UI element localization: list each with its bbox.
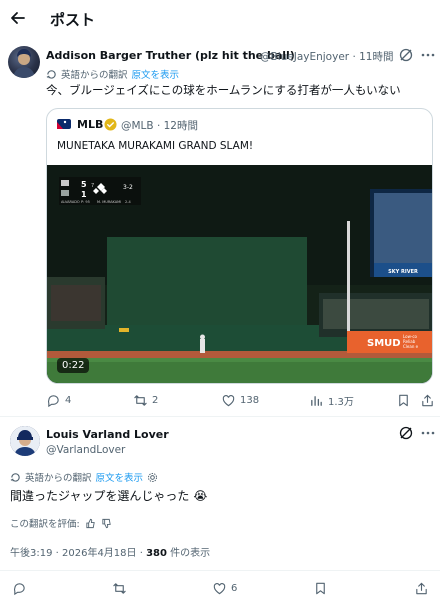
post-text-row: 間違ったジャップを選んじゃった 😭: [10, 487, 207, 504]
quoted-meta[interactable]: @MLB · 12時間: [121, 118, 198, 133]
share-icon: [422, 394, 433, 407]
back-arrow-icon[interactable]: [8, 8, 28, 28]
away-runs: 5: [81, 180, 87, 189]
author-handle[interactable]: @BlueJayEnjoyer: [260, 51, 349, 63]
post-actions: 6: [0, 581, 440, 599]
share-icon: [416, 582, 427, 595]
translation-row: 英語からの翻訳 原文を表示: [46, 67, 179, 81]
bookmark-button[interactable]: [313, 581, 328, 596]
reply-count: 4: [65, 395, 72, 406]
view-count: 1.3万: [328, 397, 354, 408]
like-button[interactable]: 6: [212, 581, 237, 596]
share-button[interactable]: [414, 581, 429, 596]
show-original-link[interactable]: 原文を表示: [96, 470, 144, 484]
bookmark-icon: [399, 394, 408, 407]
post-actions: 4 2 138 1.3万: [46, 393, 436, 411]
author-name[interactable]: Addison Barger Truther (plz hit the ball…: [46, 49, 295, 62]
reply-icon: [47, 395, 59, 408]
wall-sign: SMUD: [367, 338, 401, 349]
grok-icon[interactable]: [398, 425, 414, 441]
avatar[interactable]: [8, 46, 40, 78]
pitch-count: P: 95: [81, 200, 90, 204]
gear-icon[interactable]: [147, 472, 158, 483]
bookmark-icon: [316, 582, 325, 595]
reply-icon: [13, 583, 25, 596]
crying-emoji: 😭: [193, 488, 208, 503]
verified-badge-icon: [104, 118, 117, 131]
rate-label: この翻訳を評価:: [10, 519, 80, 530]
views-icon: [311, 396, 322, 406]
batter-label: M. MURAKAMI: [97, 200, 121, 204]
thumbs-up-icon[interactable]: [85, 518, 96, 529]
translation-row: 英語からの翻訳 原文を表示: [10, 470, 158, 484]
author-handle[interactable]: @VarlandLover: [46, 444, 125, 456]
grok-icon[interactable]: [398, 47, 414, 63]
thumbs-down-icon[interactable]: [101, 518, 112, 529]
repost-icon: [113, 583, 126, 594]
views-suffix: 件の表示: [166, 548, 211, 559]
pitcher-label: ALVARADO: [61, 200, 80, 204]
share-button[interactable]: [420, 393, 435, 408]
video-frame: SKY RIVER SMUD Low-co Reliab Clean e 5 1…: [47, 165, 432, 383]
translate-icon: [10, 472, 21, 483]
repost-icon: [134, 395, 147, 406]
rate-translation-row: この翻訳を評価:: [10, 516, 112, 530]
avatar[interactable]: [10, 426, 40, 456]
video-player[interactable]: SKY RIVER SMUD Low-co Reliab Clean e 5 1…: [47, 165, 432, 383]
repost-button[interactable]: 2: [133, 393, 158, 408]
author-name[interactable]: Louis Varland Lover: [46, 428, 169, 441]
divider: [0, 416, 440, 417]
more-icon[interactable]: [420, 47, 436, 63]
count: 3-2: [123, 184, 133, 191]
translation-label: 英語からの翻訳: [61, 70, 128, 81]
like-button[interactable]: 138: [221, 393, 259, 408]
divider: [0, 570, 440, 571]
quoted-text: MUNETAKA MURAKAMI GRAND SLAM!: [57, 140, 254, 152]
like-count: 6: [231, 583, 238, 594]
repost-count: 2: [152, 395, 159, 406]
bookmark-button[interactable]: [396, 393, 411, 408]
author-handle-time[interactable]: @BlueJayEnjoyer · 11時間: [260, 49, 394, 64]
repost-button[interactable]: [112, 581, 127, 596]
post-text: 今、ブルージェイズにこの球をホームランにする打者が一人もいない: [46, 83, 401, 97]
video-duration: 0:22: [57, 358, 90, 373]
post-timestamp[interactable]: 午後3:19 · 2026年4月18日 ·: [10, 548, 146, 559]
quoted-author-name[interactable]: MLB: [77, 118, 103, 131]
reply-button[interactable]: 4: [46, 393, 71, 408]
heart-icon: [213, 583, 226, 595]
scoreboard-sponsor: SKY RIVER: [388, 269, 418, 275]
translation-label: 英語からの翻訳: [25, 473, 92, 484]
translate-icon: [46, 69, 57, 80]
views-button[interactable]: 1.3万: [309, 393, 354, 408]
heart-icon: [222, 395, 235, 407]
wall-sign-line: Clean e: [403, 344, 419, 349]
more-icon[interactable]: [420, 425, 436, 441]
inning-label: 7: [91, 183, 94, 189]
show-original-link[interactable]: 原文を表示: [132, 67, 180, 81]
post-meta: 午後3:19 · 2026年4月18日 · 380 件の表示: [10, 544, 210, 559]
post-text: 間違ったジャップを選んじゃった: [10, 489, 190, 503]
reply-button[interactable]: [12, 581, 27, 596]
page-header: ポスト: [0, 0, 440, 38]
like-count: 138: [240, 395, 260, 406]
post-time[interactable]: · 11時間: [352, 51, 393, 63]
views-count: 380: [146, 548, 167, 559]
batter-line: 2-4: [125, 200, 131, 204]
mlb-logo-icon: [57, 119, 71, 129]
quoted-post[interactable]: MLB @MLB · 12時間 MUNETAKA MURAKAMI GRAND …: [46, 108, 433, 384]
home-runs: 1: [81, 190, 87, 199]
page-title: ポスト: [50, 11, 96, 29]
